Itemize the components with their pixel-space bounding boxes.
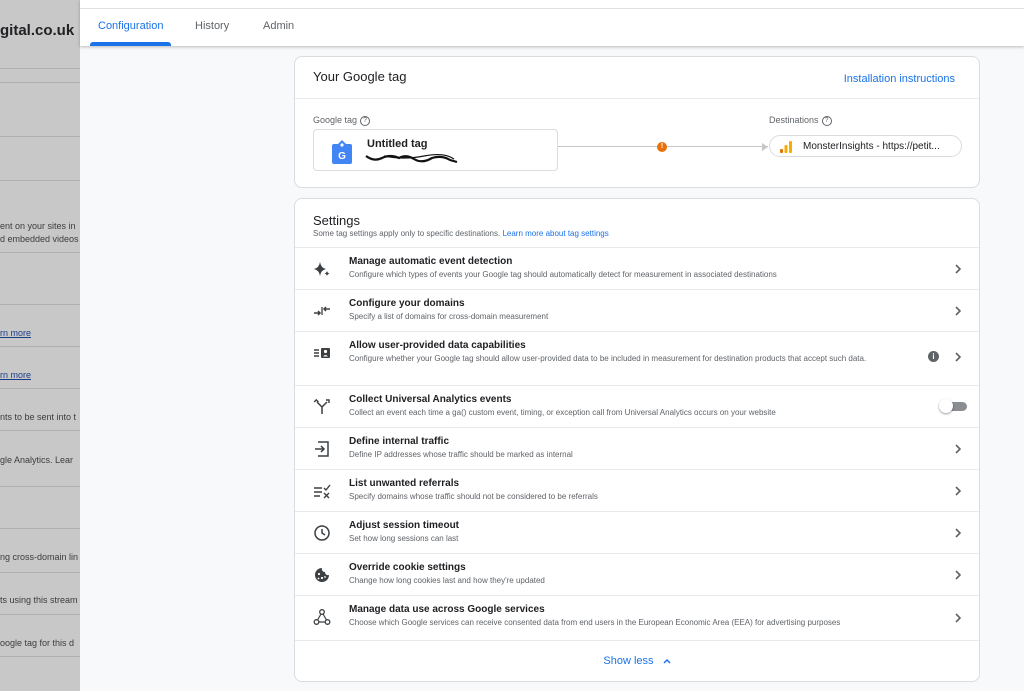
svg-text:G: G <box>338 151 346 162</box>
settings-row-google-services-data[interactable]: Manage data use across Google services C… <box>295 595 979 640</box>
background-site-title: gital.co.uk <box>0 22 75 39</box>
row-description: Set how long sessions can last <box>349 534 459 543</box>
settings-title: Settings <box>313 213 360 228</box>
background-snippet: ts using this stream <box>0 595 78 605</box>
google-tag-card: Your Google tag Installation instruction… <box>294 56 980 188</box>
info-icon[interactable]: i <box>928 351 939 362</box>
row-description: Configure which types of events your Goo… <box>349 270 777 279</box>
tag-name: Untitled tag <box>367 138 428 150</box>
panel-header: Configuration History Admin <box>80 0 1024 46</box>
installation-instructions-link[interactable]: Installation instructions <box>844 73 955 85</box>
settings-row-universal-analytics-events: Collect Universal Analytics events Colle… <box>295 385 979 427</box>
chevron-right-icon <box>955 528 962 538</box>
row-title: Manage data use across Google services <box>349 604 545 615</box>
help-icon[interactable]: ? <box>360 115 371 126</box>
destination-name: MonsterInsights - https://petit... <box>803 141 940 152</box>
chevron-right-icon <box>955 486 962 496</box>
google-tag-label: Google tag? <box>313 115 371 126</box>
background-link: rn more <box>0 328 32 338</box>
row-title: Override cookie settings <box>349 562 466 573</box>
settings-row-cookie-settings[interactable]: Override cookie settings Change how long… <box>295 553 979 595</box>
tab-configuration[interactable]: Configuration <box>98 20 163 32</box>
row-title: Manage automatic event detection <box>349 256 513 267</box>
row-description: Specify domains whose traffic should not… <box>349 492 598 501</box>
settings-row-user-provided-data[interactable]: Allow user-provided data capabilities Co… <box>295 331 979 385</box>
chevron-right-icon <box>955 264 962 274</box>
active-tab-indicator <box>90 42 171 46</box>
redaction-scribble <box>365 153 458 164</box>
tab-admin[interactable]: Admin <box>263 20 294 32</box>
learn-more-tag-settings-link[interactable]: Learn more about tag settings <box>502 229 608 238</box>
background-snippet: oogle tag for this d <box>0 638 75 648</box>
row-description: Specify a list of domains for cross-doma… <box>349 312 549 321</box>
login-arrow-icon <box>315 441 329 457</box>
show-less-button[interactable]: Show less <box>295 640 979 681</box>
chevron-right-icon <box>955 570 962 580</box>
user-data-icon <box>314 348 330 358</box>
settings-card: Settings Some tag settings apply only to… <box>294 198 980 682</box>
settings-row-unwanted-referrals[interactable]: List unwanted referrals Specify domains … <box>295 469 979 511</box>
tag-settings-panel: Configuration History Admin Your Google … <box>80 0 1024 691</box>
destination-chip[interactable]: MonsterInsights - https://petit... <box>769 135 962 157</box>
settings-row-internal-traffic[interactable]: Define internal traffic Define IP addres… <box>295 427 979 469</box>
connector-arrow <box>762 143 768 151</box>
sparkle-icon <box>314 262 330 276</box>
row-title: Adjust session timeout <box>349 520 460 531</box>
row-title: Define internal traffic <box>349 436 450 447</box>
clock-icon <box>314 525 330 541</box>
tab-history[interactable]: History <box>195 20 229 32</box>
background-snippet: ng cross-domain lin <box>0 552 79 562</box>
chevron-right-icon <box>955 444 962 454</box>
row-title: Collect Universal Analytics events <box>349 394 512 405</box>
row-description: Define IP addresses whose traffic should… <box>349 450 573 459</box>
share-nodes-icon <box>313 609 331 625</box>
fork-icon <box>313 398 330 414</box>
row-description: Change how long cookies last and how the… <box>349 576 545 585</box>
row-description: Configure whether your Google tag should… <box>349 354 867 363</box>
chevron-right-icon <box>955 613 962 623</box>
row-title: List unwanted referrals <box>349 478 460 489</box>
row-title: Configure your domains <box>349 298 465 309</box>
row-description: Collect an event each time a ga() custom… <box>349 408 776 417</box>
settings-subtitle: Some tag settings apply only to specific… <box>313 229 609 238</box>
list-check-icon <box>314 484 331 499</box>
chevron-right-icon <box>955 352 962 362</box>
row-description: Choose which Google services can receive… <box>349 618 841 627</box>
chevron-up-icon <box>663 659 671 664</box>
warning-icon[interactable]: ! <box>657 142 667 152</box>
row-title: Allow user-provided data capabilities <box>349 340 526 351</box>
background-snippet: nts to be sent into t <box>0 412 77 422</box>
settings-row-automatic-event-detection[interactable]: Manage automatic event detection Configu… <box>295 247 979 289</box>
google-tag-box[interactable]: G Untitled tag <box>313 129 558 171</box>
background-link: rn more <box>0 370 32 380</box>
google-tag-icon: G <box>332 140 352 164</box>
settings-row-configure-domains[interactable]: Configure your domains Specify a list of… <box>295 289 979 331</box>
cookie-icon <box>315 568 329 582</box>
help-icon[interactable]: ? <box>821 115 832 126</box>
background-snippet: d embedded videos <box>0 234 79 244</box>
collect-ua-events-toggle[interactable] <box>939 399 967 413</box>
google-tag-card-title: Your Google tag <box>313 69 407 84</box>
chevron-right-icon <box>955 306 962 316</box>
settings-row-session-timeout[interactable]: Adjust session timeout Set how long sess… <box>295 511 979 553</box>
background-page: gital.co.uk ent on your sites in d embed… <box>0 0 80 691</box>
domains-arrows-icon <box>314 306 330 316</box>
background-snippet: ent on your sites in <box>0 221 76 231</box>
analytics-bars-icon <box>780 141 792 153</box>
destinations-label: Destinations? <box>769 115 832 126</box>
background-snippet: gle Analytics. Lear <box>0 455 74 465</box>
